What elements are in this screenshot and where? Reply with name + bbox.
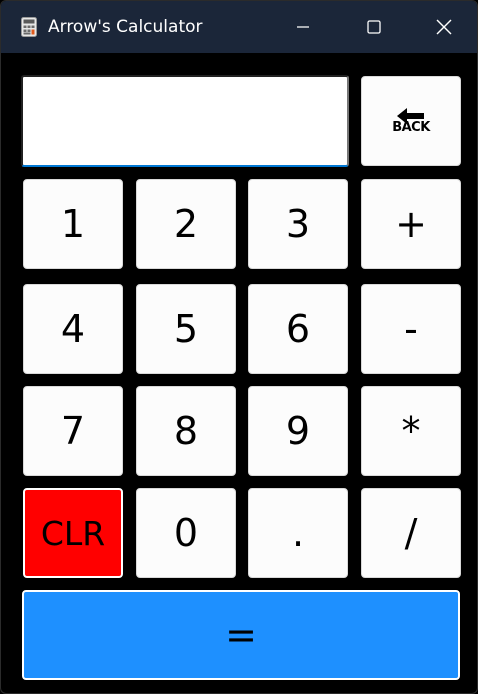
key-6[interactable]: 6 (248, 284, 348, 374)
window-title: Arrow's Calculator (48, 17, 203, 37)
key-4[interactable]: 4 (23, 284, 123, 374)
minimize-icon (297, 26, 309, 28)
key-3-label: 3 (285, 202, 311, 246)
key-7-label: 7 (60, 409, 86, 453)
divide-label: / (404, 511, 418, 555)
back-label: BACK (392, 119, 430, 135)
close-button[interactable] (414, 1, 474, 53)
multiply-button[interactable]: * (361, 386, 461, 476)
minimize-button[interactable] (273, 1, 333, 53)
title-bar[interactable]: Arrow's Calculator (1, 1, 477, 53)
decimal-button[interactable]: . (248, 488, 348, 578)
maximize-icon (367, 20, 381, 34)
key-0[interactable]: 0 (136, 488, 236, 578)
key-9[interactable]: 9 (248, 386, 348, 476)
equals-label: = (225, 613, 257, 657)
maximize-button[interactable] (344, 1, 404, 53)
key-1[interactable]: 1 (23, 179, 123, 269)
calculator-icon (21, 17, 37, 37)
calculator-display[interactable] (21, 75, 349, 167)
clear-label: CLR (40, 513, 106, 553)
key-3[interactable]: 3 (248, 179, 348, 269)
key-2-label: 2 (173, 202, 199, 246)
minus-label: - (404, 307, 418, 351)
key-9-label: 9 (285, 409, 311, 453)
key-7[interactable]: 7 (23, 386, 123, 476)
decimal-label: . (291, 511, 305, 555)
back-button[interactable]: BACK (361, 76, 461, 166)
divide-button[interactable]: / (361, 488, 461, 578)
plus-button[interactable]: + (361, 179, 461, 269)
clear-button[interactable]: CLR (23, 488, 123, 578)
calculator-window: Arrow's Calculator BACK 1 2 3 + 4 5 6 - … (0, 0, 478, 694)
key-2[interactable]: 2 (136, 179, 236, 269)
close-icon (436, 19, 452, 35)
plus-label: + (395, 202, 427, 246)
key-4-label: 4 (60, 307, 86, 351)
key-8-label: 8 (173, 409, 199, 453)
key-6-label: 6 (285, 307, 311, 351)
multiply-label: * (401, 409, 421, 453)
key-5-label: 5 (173, 307, 199, 351)
key-1-label: 1 (60, 202, 86, 246)
key-0-label: 0 (173, 511, 199, 555)
minus-button[interactable]: - (361, 284, 461, 374)
key-5[interactable]: 5 (136, 284, 236, 374)
key-8[interactable]: 8 (136, 386, 236, 476)
equals-button[interactable]: = (22, 590, 460, 680)
